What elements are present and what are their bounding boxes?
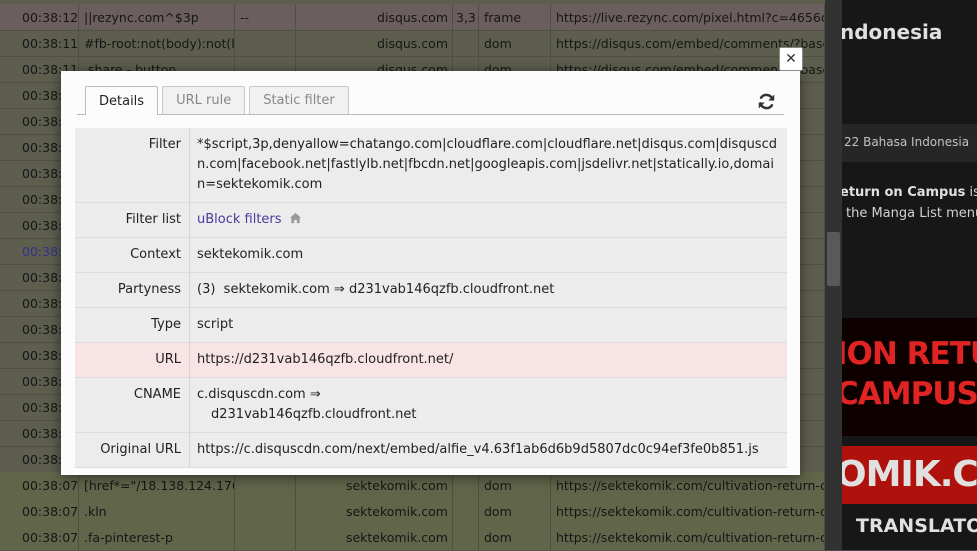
context-value: sektekomik.com [189, 237, 787, 273]
url-value: https://d231vab146qzfb.cloudfront.net/ [189, 342, 787, 378]
row-cname: CNAME c.disquscdn.com ⇒ d231vab146qzfb.c… [75, 377, 787, 433]
refresh-button[interactable] [755, 90, 777, 112]
modal-tabs: Details URL rule Static filter [85, 86, 349, 115]
details-table: Filter *$script,3p,denyallow=chatango.co… [75, 128, 787, 468]
row-url: URL https://d231vab146qzfb.cloudfront.ne… [75, 342, 787, 378]
cname-value-line-1: c.disquscdn.com ⇒ [197, 387, 321, 402]
row-context: Context sektekomik.com [75, 237, 787, 273]
close-icon: ✕ [785, 51, 797, 67]
partyness-label: Partyness [75, 272, 190, 308]
close-button[interactable]: ✕ [779, 47, 803, 71]
filter-list-cell: uBlock filters [189, 202, 787, 238]
cname-label: CNAME [75, 377, 190, 433]
cname-cell: c.disquscdn.com ⇒ d231vab146qzfb.cloudfr… [189, 377, 787, 433]
tab-url-rule[interactable]: URL rule [162, 86, 246, 114]
type-label: Type [75, 307, 190, 343]
row-original-url: Original URL https://c.disquscdn.com/nex… [75, 432, 787, 468]
home-icon[interactable] [289, 212, 302, 224]
cname-value-line-2: d231vab146qzfb.cloudfront.net [211, 407, 417, 422]
row-type: Type script [75, 307, 787, 343]
row-partyness: Partyness (3) sektekomik.com ⇒ d231vab14… [75, 272, 787, 308]
filter-list-link[interactable]: uBlock filters [197, 212, 282, 227]
filter-label: Filter [75, 128, 190, 203]
details-modal: ✕ Details URL rule Static filter Filter … [61, 47, 803, 475]
context-label: Context [75, 237, 190, 273]
tab-static-filter[interactable]: Static filter [249, 86, 349, 114]
original-url-label: Original URL [75, 432, 190, 468]
type-value: script [189, 307, 787, 343]
row-filter: Filter *$script,3p,denyallow=chatango.co… [75, 128, 787, 203]
url-label: URL [75, 342, 190, 378]
row-filter-list: Filter list uBlock filters [75, 202, 787, 238]
filter-list-label: Filter list [75, 202, 190, 238]
filter-value: *$script,3p,denyallow=chatango.com|cloud… [189, 128, 787, 203]
partyness-value: (3) sektekomik.com ⇒ d231vab146qzfb.clou… [189, 272, 787, 308]
tab-details[interactable]: Details [85, 86, 159, 115]
refresh-icon [758, 93, 774, 109]
original-url-value: https://c.disquscdn.com/next/embed/alfie… [189, 432, 787, 468]
